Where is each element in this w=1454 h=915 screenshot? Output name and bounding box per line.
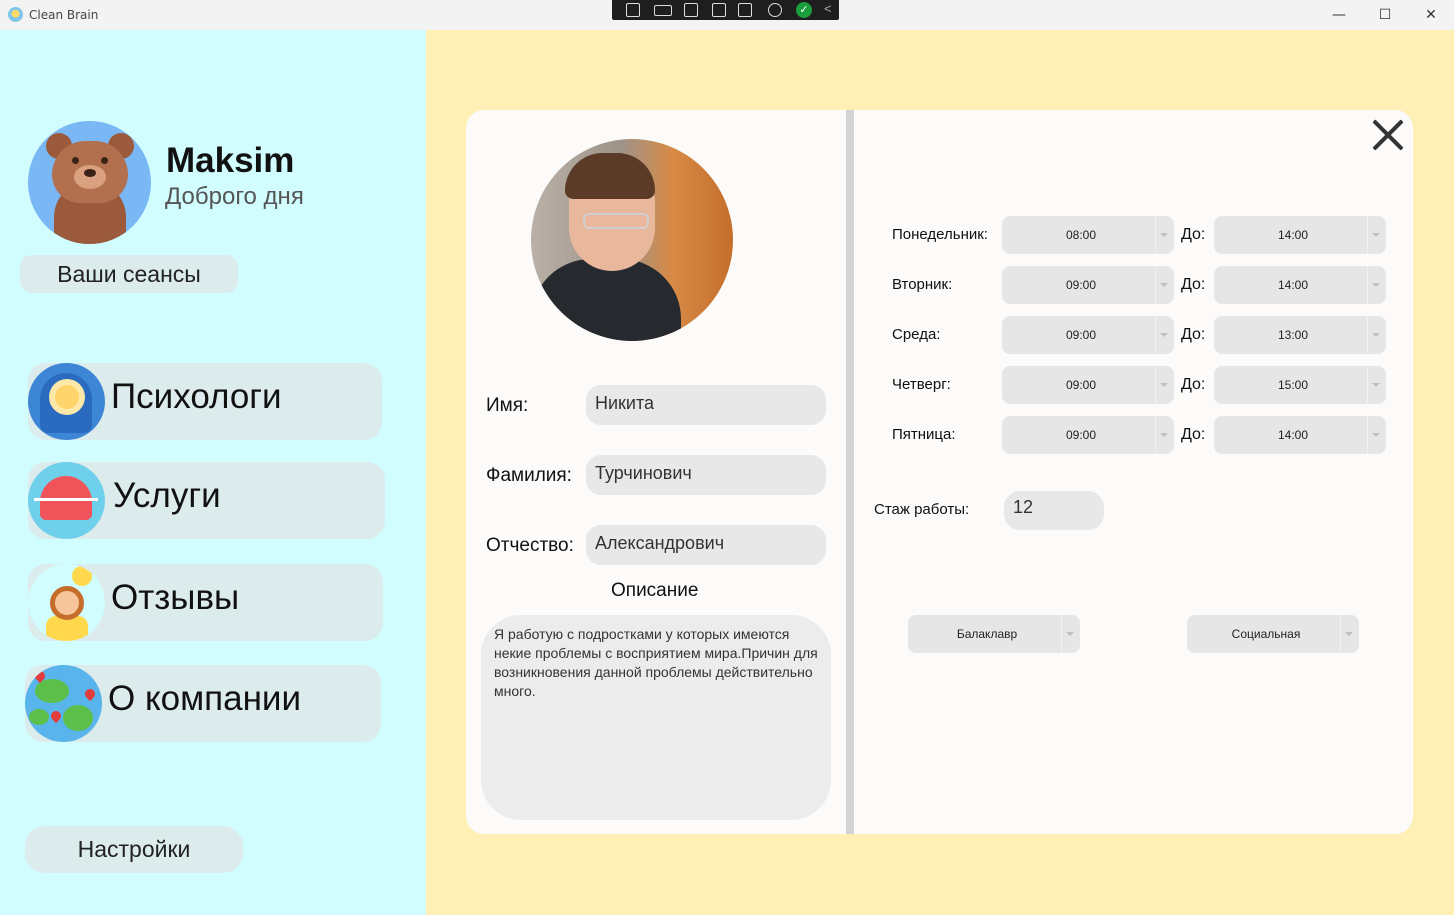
- psychologist-photo[interactable]: [531, 139, 733, 341]
- heart-pulse-icon: [28, 462, 105, 539]
- display-layout-adorners-icon[interactable]: [712, 3, 726, 17]
- debug-toolbar: ✓ <: [612, 0, 839, 20]
- tuesday-to-label: До:: [1181, 276, 1206, 293]
- maximize-button[interactable]: ☐: [1362, 0, 1408, 30]
- chevron-down-icon: [1160, 383, 1168, 387]
- experience-label: Стаж работы:: [874, 501, 970, 518]
- tuesday-from-select[interactable]: 09:00: [1002, 266, 1174, 304]
- photo-hair: [565, 153, 655, 199]
- nav-item-label: Психологи: [111, 377, 282, 416]
- close-window-button[interactable]: ✕: [1408, 0, 1454, 30]
- tuesday-to-select[interactable]: 14:00: [1214, 266, 1386, 304]
- thursday-from-select[interactable]: 09:00: [1002, 366, 1174, 404]
- select-element-icon[interactable]: [684, 3, 698, 17]
- last-name-field[interactable]: Турчинович: [586, 455, 826, 495]
- monday-from-select[interactable]: 08:00: [1002, 216, 1174, 254]
- wednesday-from-value: 09:00: [1065, 328, 1097, 342]
- bear-eye-right: [101, 157, 108, 164]
- chevron-down-icon: [1372, 383, 1380, 387]
- nav-item-psychologists[interactable]: Психологи: [28, 363, 382, 440]
- specialization-select[interactable]: Социальная: [1187, 615, 1359, 653]
- minimize-button[interactable]: —: [1316, 0, 1362, 30]
- patronymic-field[interactable]: Александрович: [586, 525, 826, 565]
- first-name-field[interactable]: Никита: [586, 385, 826, 425]
- nav-item-reviews[interactable]: Отзывы: [28, 564, 383, 641]
- photo-shirt: [531, 259, 681, 341]
- tuesday-to-value: 14:00: [1277, 278, 1309, 292]
- day-label-friday: Пятница:: [892, 426, 956, 443]
- day-label-tuesday: Вторник:: [892, 276, 953, 293]
- title-bar: Clean Brain ✓ < — ☐ ✕: [0, 0, 1454, 30]
- thursday-from-value: 09:00: [1065, 378, 1097, 392]
- description-textarea[interactable]: Я работую с подростками у которых имеютс…: [481, 615, 831, 820]
- friday-to-label: До:: [1181, 426, 1206, 443]
- chevron-down-icon: [1372, 433, 1380, 437]
- user-greeting: Доброго дня: [165, 183, 304, 210]
- nav-item-label: О компании: [108, 679, 302, 718]
- avatar[interactable]: [28, 121, 151, 244]
- experience-field[interactable]: 12: [1004, 491, 1104, 530]
- monday-to-label: До:: [1181, 226, 1206, 243]
- day-label-wednesday: Среда:: [892, 326, 941, 343]
- happy-person-icon: [28, 564, 105, 641]
- chevron-down-icon: [1160, 333, 1168, 337]
- chevron-down-icon: [1160, 283, 1168, 287]
- chevron-down-icon: [1372, 333, 1380, 337]
- track-focus-icon[interactable]: [738, 3, 752, 17]
- friday-from-select[interactable]: 09:00: [1002, 416, 1174, 454]
- card-divider: [846, 110, 854, 834]
- day-label-thursday: Четверг:: [892, 376, 951, 393]
- monday-to-value: 14:00: [1277, 228, 1309, 242]
- wednesday-from-select[interactable]: 09:00: [1002, 316, 1174, 354]
- my-sessions-button[interactable]: Ваши сеансы: [20, 255, 238, 293]
- user-name: Maksim: [166, 141, 295, 180]
- nav-item-services[interactable]: Услуги: [28, 462, 385, 539]
- bear-nose: [84, 169, 96, 177]
- live-tree-icon[interactable]: [626, 3, 640, 17]
- check-ok-icon[interactable]: ✓: [796, 2, 812, 18]
- monday-to-select[interactable]: 14:00: [1214, 216, 1386, 254]
- patronymic-label: Отчество:: [486, 535, 574, 556]
- friday-from-value: 09:00: [1065, 428, 1097, 442]
- app-logo-icon: [8, 7, 23, 22]
- chevron-left-icon[interactable]: <: [824, 1, 832, 16]
- wednesday-to-label: До:: [1181, 326, 1206, 343]
- degree-select[interactable]: Балаклавр: [908, 615, 1080, 653]
- thursday-to-value: 15:00: [1277, 378, 1309, 392]
- nav-item-label: Отзывы: [111, 578, 240, 617]
- wednesday-to-value: 13:00: [1277, 328, 1309, 342]
- description-title: Описание: [611, 580, 699, 601]
- thursday-to-select[interactable]: 15:00: [1214, 366, 1386, 404]
- window-title: Clean Brain: [29, 8, 99, 22]
- chevron-down-icon: [1160, 433, 1168, 437]
- chevron-down-icon: [1066, 632, 1074, 636]
- first-name-label: Имя:: [486, 395, 529, 416]
- last-name-label: Фамилия:: [486, 465, 572, 486]
- app-window: Clean Brain ✓ < — ☐ ✕ Maksim Доброго дня…: [0, 0, 1454, 915]
- brain-head-icon: [28, 363, 105, 440]
- video-capture-icon[interactable]: [654, 5, 672, 16]
- thursday-to-label: До:: [1181, 376, 1206, 393]
- day-label-monday: Понедельник:: [892, 226, 988, 243]
- hot-reload-icon[interactable]: [768, 3, 782, 17]
- friday-to-value: 14:00: [1277, 428, 1309, 442]
- nav-item-label: Услуги: [113, 476, 221, 515]
- globe-icon: [25, 665, 102, 742]
- photo-glasses: [583, 213, 649, 229]
- bear-eye-left: [72, 157, 79, 164]
- chevron-down-icon: [1372, 283, 1380, 287]
- chevron-down-icon: [1345, 632, 1353, 636]
- chevron-down-icon: [1160, 233, 1168, 237]
- monday-from-value: 08:00: [1065, 228, 1097, 242]
- wednesday-to-select[interactable]: 13:00: [1214, 316, 1386, 354]
- nav-item-about-company[interactable]: О компании: [25, 665, 381, 742]
- specialization-value: Социальная: [1231, 627, 1301, 641]
- friday-to-select[interactable]: 14:00: [1214, 416, 1386, 454]
- chevron-down-icon: [1372, 233, 1380, 237]
- close-icon[interactable]: [1368, 114, 1408, 154]
- settings-button[interactable]: Настройки: [25, 826, 243, 873]
- degree-value: Балаклавр: [956, 627, 1018, 641]
- tuesday-from-value: 09:00: [1065, 278, 1097, 292]
